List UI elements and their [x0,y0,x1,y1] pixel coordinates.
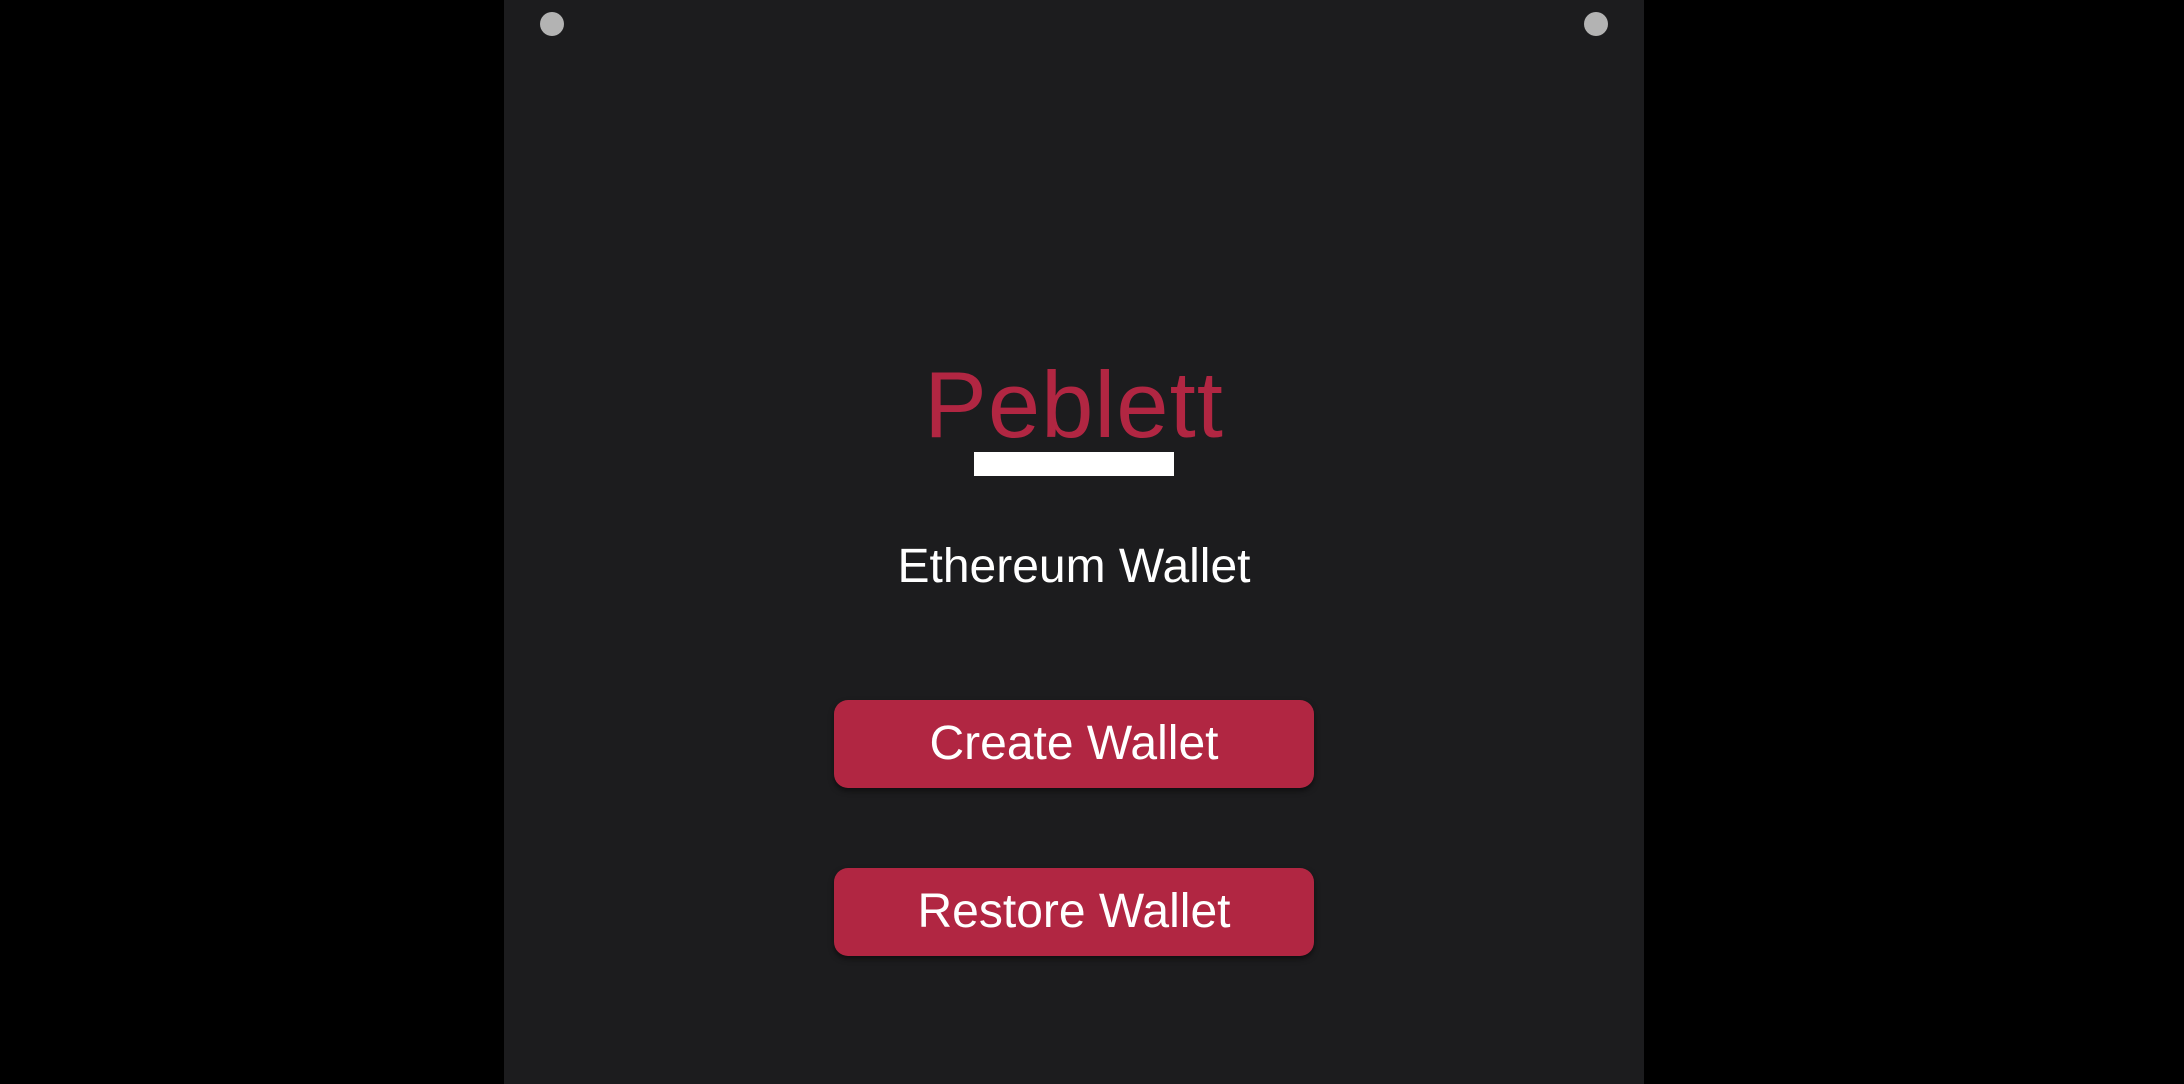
brand-title: Peblett [924,352,1224,457]
brand-underline [974,452,1174,476]
corner-indicator-right-icon [1584,12,1608,36]
corner-indicator-left-icon [540,12,564,36]
restore-wallet-button[interactable]: Restore Wallet [834,868,1314,956]
app-subtitle: Ethereum Wallet [897,540,1251,593]
create-wallet-button[interactable]: Create Wallet [834,700,1314,788]
app-screen: Peblett Ethereum Wallet Create Wallet Re… [504,0,1644,1084]
